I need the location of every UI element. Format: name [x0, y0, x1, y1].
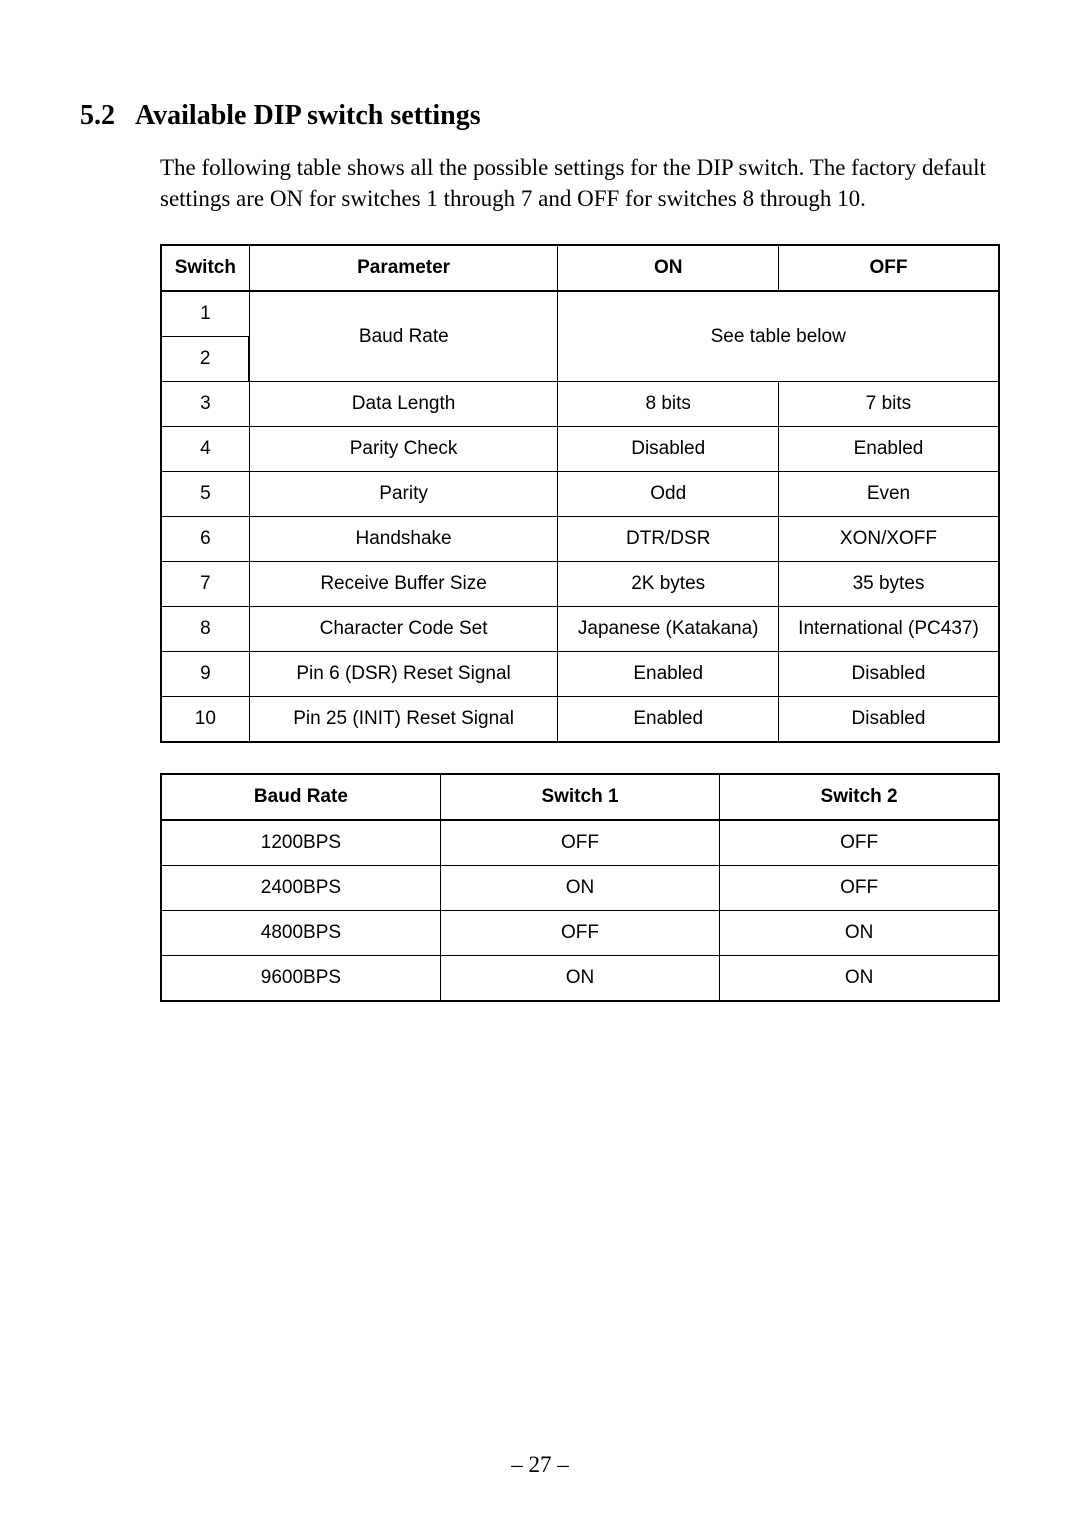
cell-baud: 4800BPS — [161, 911, 440, 956]
table-row: 6 Handshake DTR/DSR XON/XOFF — [161, 517, 999, 562]
cell-off: 35 bytes — [778, 562, 999, 607]
cell-param: Pin 25 (INIT) Reset Signal — [249, 697, 558, 743]
cell-on: Enabled — [558, 697, 779, 743]
header-parameter: Parameter — [249, 245, 558, 291]
table-row: 8 Character Code Set Japanese (Katakana)… — [161, 607, 999, 652]
cell-off: XON/XOFF — [778, 517, 999, 562]
cell-baud: 2400BPS — [161, 866, 440, 911]
section-title: Available DIP switch settings — [135, 100, 1000, 132]
cell-switch: 3 — [161, 382, 249, 427]
page-number: – 27 – — [0, 1452, 1080, 1478]
cell-param: Parity Check — [249, 427, 558, 472]
cell-sw2: ON — [720, 956, 999, 1002]
dip-switch-table: Switch Parameter ON OFF 1 Baud Rate See … — [160, 244, 1000, 743]
cell-off: 7 bits — [778, 382, 999, 427]
cell-switch: 5 — [161, 472, 249, 517]
cell-on: Disabled — [558, 427, 779, 472]
cell-param: Data Length — [249, 382, 558, 427]
cell-param: Pin 6 (DSR) Reset Signal — [249, 652, 558, 697]
table-row: 7 Receive Buffer Size 2K bytes 35 bytes — [161, 562, 999, 607]
cell-switch: 9 — [161, 652, 249, 697]
table-header-row: Switch Parameter ON OFF — [161, 245, 999, 291]
header-switch-2: Switch 2 — [720, 774, 999, 820]
baud-rate-table: Baud Rate Switch 1 Switch 2 1200BPS OFF … — [160, 773, 1000, 1002]
header-on: ON — [558, 245, 779, 291]
cell-on: 2K bytes — [558, 562, 779, 607]
table-row: 4800BPS OFF ON — [161, 911, 999, 956]
table-row: 9 Pin 6 (DSR) Reset Signal Enabled Disab… — [161, 652, 999, 697]
cell-off: Disabled — [778, 697, 999, 743]
table-row: 5 Parity Odd Even — [161, 472, 999, 517]
header-switch-1: Switch 1 — [440, 774, 719, 820]
cell-baud-rate-param: Baud Rate — [249, 291, 558, 382]
cell-off: International (PC437) — [778, 607, 999, 652]
cell-on: Enabled — [558, 652, 779, 697]
cell-param: Handshake — [249, 517, 558, 562]
cell-baud: 1200BPS — [161, 820, 440, 866]
cell-sw1: OFF — [440, 820, 719, 866]
cell-switch: 4 — [161, 427, 249, 472]
cell-switch: 6 — [161, 517, 249, 562]
cell-sw1: ON — [440, 956, 719, 1002]
intro-paragraph: The following table shows all the possib… — [160, 152, 1000, 214]
header-switch: Switch — [161, 245, 249, 291]
cell-off: Disabled — [778, 652, 999, 697]
cell-switch-2: 2 — [161, 337, 249, 382]
table-row: 4 Parity Check Disabled Enabled — [161, 427, 999, 472]
header-off: OFF — [778, 245, 999, 291]
table-row: 3 Data Length 8 bits 7 bits — [161, 382, 999, 427]
section-heading: 5.2 Available DIP switch settings — [80, 100, 1000, 132]
section-number: 5.2 — [80, 100, 115, 132]
cell-sw2: OFF — [720, 820, 999, 866]
cell-param: Parity — [249, 472, 558, 517]
cell-see-below: See table below — [558, 291, 999, 382]
cell-param: Receive Buffer Size — [249, 562, 558, 607]
cell-switch: 10 — [161, 697, 249, 743]
table-row: 1200BPS OFF OFF — [161, 820, 999, 866]
cell-sw1: ON — [440, 866, 719, 911]
table-header-row: Baud Rate Switch 1 Switch 2 — [161, 774, 999, 820]
cell-sw2: ON — [720, 911, 999, 956]
table-row: 1 Baud Rate See table below — [161, 291, 999, 337]
cell-param: Character Code Set — [249, 607, 558, 652]
cell-switch-1: 1 — [161, 291, 249, 337]
cell-on: Japanese (Katakana) — [558, 607, 779, 652]
cell-on: Odd — [558, 472, 779, 517]
table-row: 10 Pin 25 (INIT) Reset Signal Enabled Di… — [161, 697, 999, 743]
cell-baud: 9600BPS — [161, 956, 440, 1002]
cell-off: Even — [778, 472, 999, 517]
table-row: 9600BPS ON ON — [161, 956, 999, 1002]
cell-switch: 7 — [161, 562, 249, 607]
cell-off: Enabled — [778, 427, 999, 472]
table-row: 2400BPS ON OFF — [161, 866, 999, 911]
cell-switch: 8 — [161, 607, 249, 652]
cell-on: DTR/DSR — [558, 517, 779, 562]
header-baud-rate: Baud Rate — [161, 774, 440, 820]
cell-sw2: OFF — [720, 866, 999, 911]
cell-on: 8 bits — [558, 382, 779, 427]
cell-sw1: OFF — [440, 911, 719, 956]
